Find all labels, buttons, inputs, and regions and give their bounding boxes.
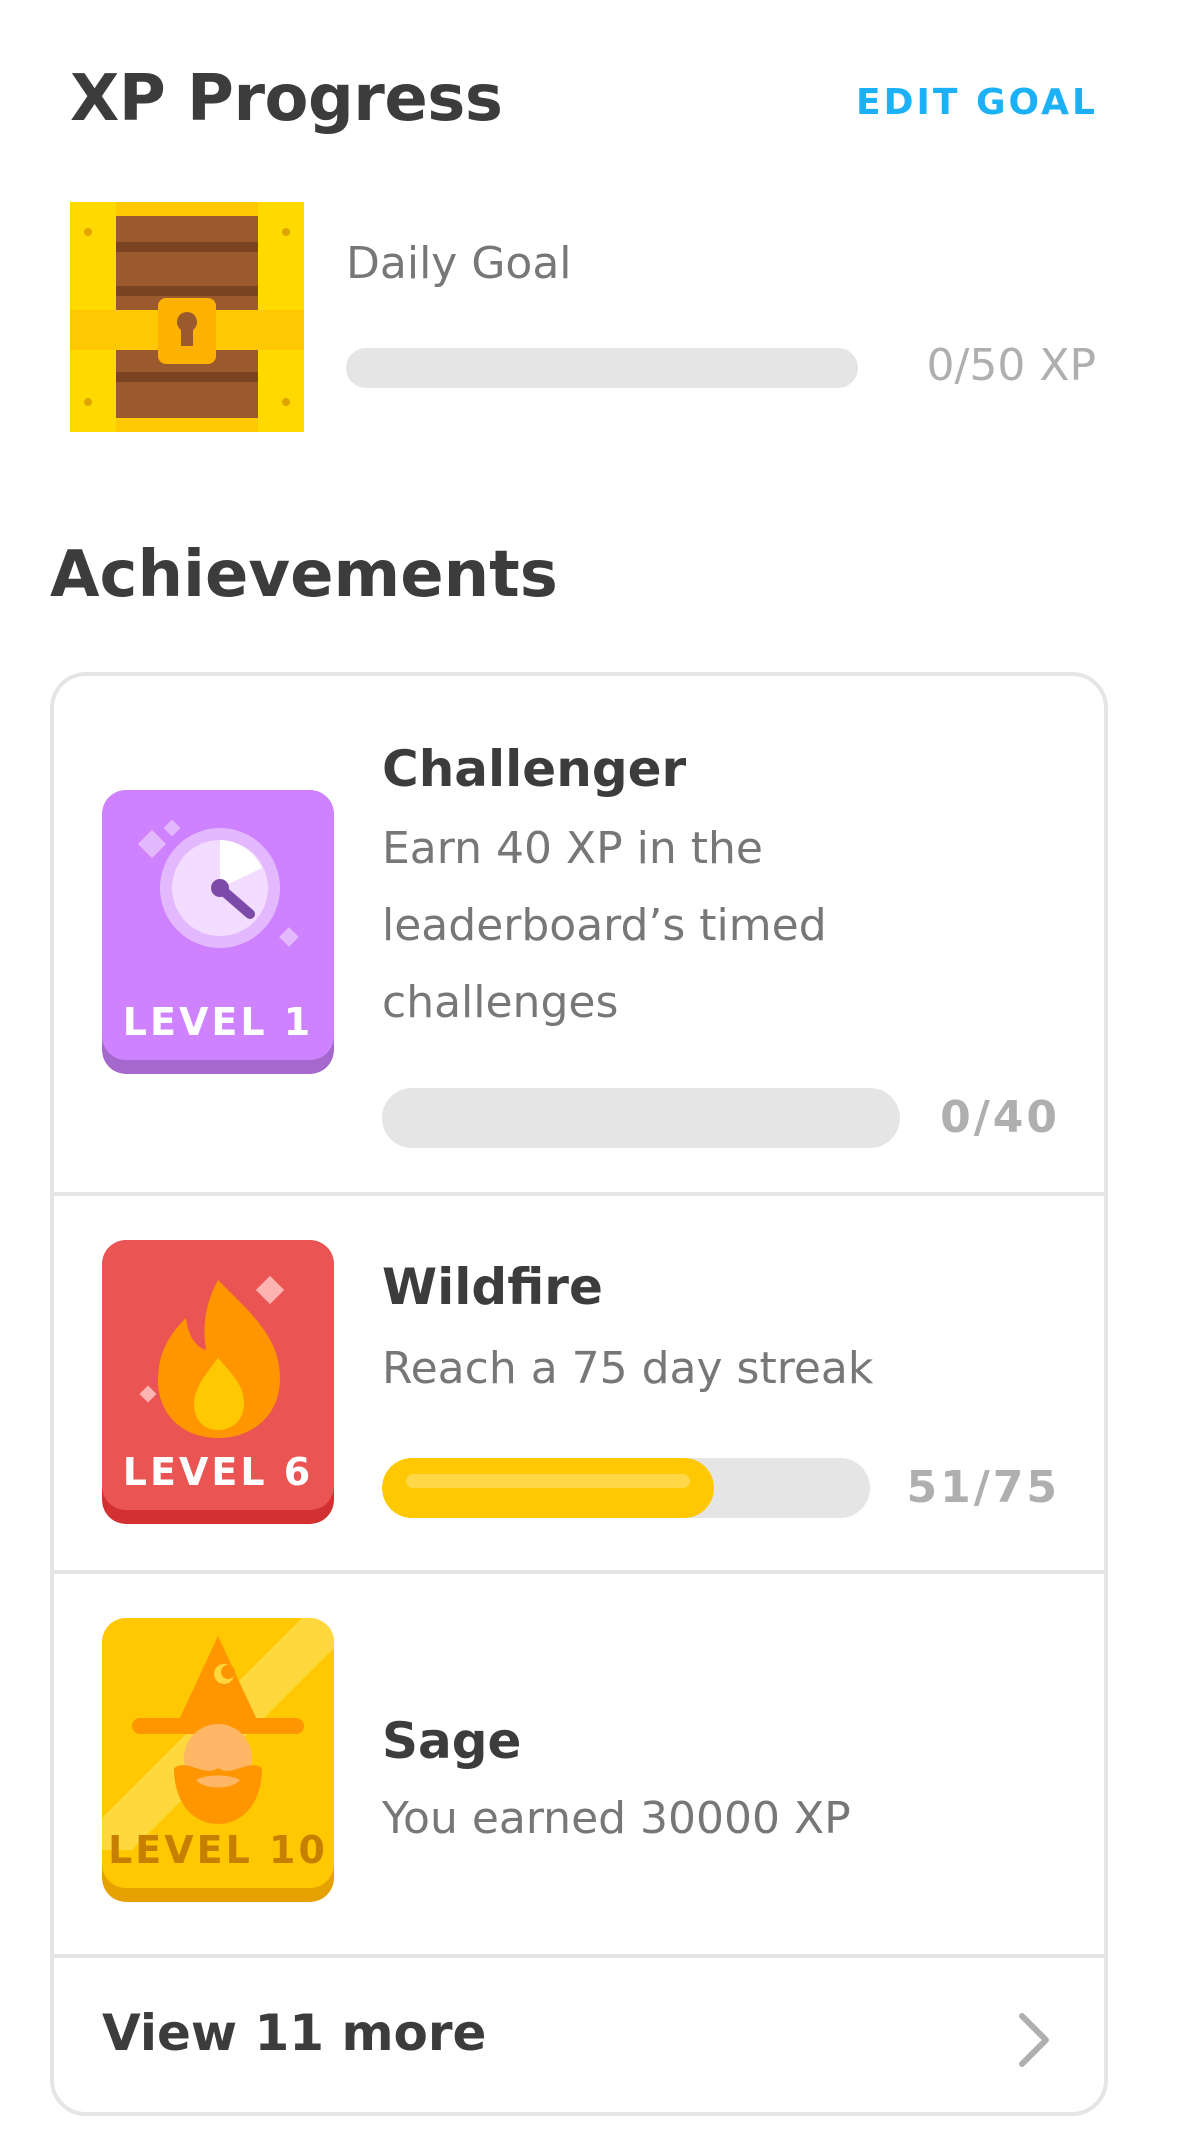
wildfire-badge: LEVEL 6 bbox=[102, 1240, 334, 1524]
chevron-right-icon bbox=[1019, 2013, 1049, 2067]
page-title: XP Progress bbox=[70, 62, 503, 136]
edit-goal-button[interactable]: EDIT GOAL bbox=[856, 82, 1098, 123]
achievement-row-sage[interactable]: LEVEL 10 Sage You earned 30000 XP bbox=[54, 1574, 1104, 1954]
challenger-badge: LEVEL 1 bbox=[102, 790, 334, 1074]
view-more-label: View 11 more bbox=[102, 2004, 487, 2062]
achievement-row-challenger[interactable]: LEVEL 1 Challenger Earn 40 XP in the lea… bbox=[54, 676, 1104, 1192]
challenger-count: 0/40 bbox=[940, 1092, 1060, 1143]
treasure-chest-icon bbox=[70, 202, 304, 432]
sage-description: You earned 30000 XP bbox=[382, 1793, 851, 1844]
wildfire-count: 51/75 bbox=[906, 1462, 1060, 1513]
achievements-card: LEVEL 1 Challenger Earn 40 XP in the lea… bbox=[50, 672, 1108, 2116]
sage-badge: LEVEL 10 bbox=[102, 1618, 334, 1902]
sage-level-label: LEVEL 10 bbox=[108, 1828, 328, 1872]
wildfire-progress-bar bbox=[382, 1458, 870, 1518]
daily-goal-value: 0/50 XP bbox=[926, 340, 1096, 391]
challenger-title: Challenger bbox=[382, 740, 687, 798]
view-more-button[interactable]: View 11 more bbox=[54, 1958, 1104, 2112]
challenger-level-label: LEVEL 1 bbox=[122, 1000, 314, 1044]
wildfire-progress-fill bbox=[382, 1458, 714, 1518]
wildfire-level-label: LEVEL 6 bbox=[122, 1450, 314, 1494]
xp-progress-panel: XP Progress EDIT GOAL Daily Goal 0/50 XP… bbox=[0, 0, 1196, 2148]
achievement-row-wildfire[interactable]: LEVEL 6 Wildfire Reach a 75 day streak 5… bbox=[54, 1196, 1104, 1570]
wildfire-description: Reach a 75 day streak bbox=[382, 1343, 874, 1394]
challenger-description: Earn 40 XP in the leaderboard’s timed ch… bbox=[382, 823, 827, 1028]
daily-goal-progress-bar bbox=[346, 348, 858, 388]
sage-title: Sage bbox=[382, 1712, 522, 1770]
wildfire-title: Wildfire bbox=[382, 1258, 603, 1316]
achievements-heading: Achievements bbox=[50, 538, 558, 612]
challenger-progress-bar bbox=[382, 1088, 900, 1148]
daily-goal-label: Daily Goal bbox=[346, 238, 572, 289]
